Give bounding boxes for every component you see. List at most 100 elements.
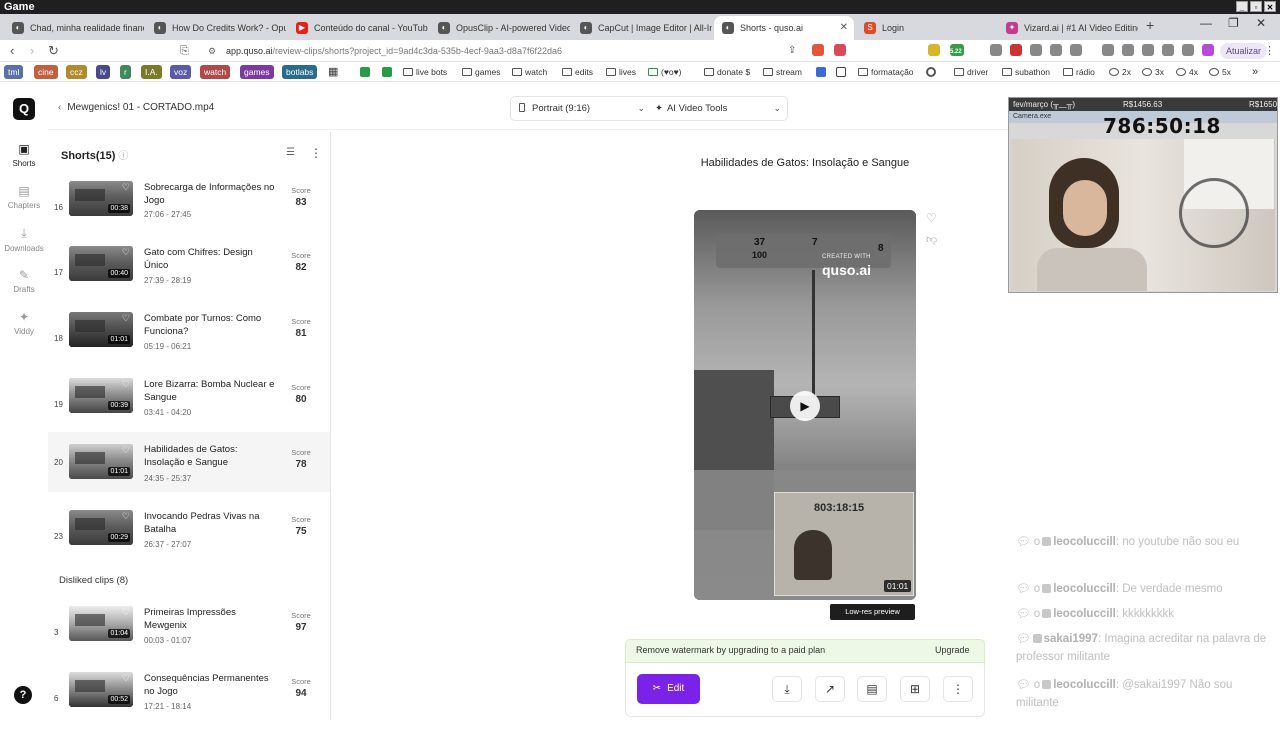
ai-video-tools-select[interactable]: ✦ AI Video Tools ⌄ (655, 97, 781, 120)
apps-grid-icon[interactable]: ▦ (328, 65, 338, 79)
extension-icon[interactable] (1142, 44, 1154, 56)
minimize-icon[interactable]: _ (1236, 1, 1248, 12)
close-icon[interactable]: ✕ (1256, 16, 1266, 30)
clip-thumbnail[interactable]: ♡ 01:01 (69, 444, 133, 479)
brave-shield-icon[interactable] (812, 44, 824, 56)
extension-icon[interactable] (1030, 44, 1042, 56)
bookmark-icon[interactable] (836, 67, 846, 77)
bookmark-lv[interactable]: lv (96, 65, 111, 79)
rewards-icon[interactable] (834, 44, 846, 56)
nav-drafts[interactable]: ✎ Drafts (0, 268, 48, 294)
heart-icon[interactable]: ♡ (122, 379, 130, 390)
disliked-clip-item[interactable]: 6 ♡ 00:52 Consequências Permanentes no Jo… (48, 672, 330, 736)
close-icon[interactable]: ✕ (1264, 1, 1276, 12)
bookmark-2x[interactable]: 2x (1109, 65, 1131, 79)
more-options-icon[interactable]: ⋮ (310, 146, 322, 160)
bookmark-voz[interactable]: voz (170, 65, 192, 79)
url-field[interactable]: ⚙ app.quso.ai/review-clips/shorts?projec… (200, 42, 800, 60)
sidebar-icon[interactable] (1122, 44, 1134, 56)
tab-chad[interactable]: ◐ Chad, minha realidade finance (4, 16, 144, 40)
bookmark-4x[interactable]: 4x (1176, 65, 1198, 79)
bookmark-games-tag[interactable]: games (240, 65, 274, 79)
bookmark-folder-radio[interactable]: rádio (1063, 65, 1095, 79)
clip-thumbnail[interactable]: ♡ 00:38 (69, 181, 133, 216)
record-icon[interactable] (1010, 44, 1022, 56)
clip-item[interactable]: 18 ♡ 01:01 Combate por Turnos: Como Funci… (48, 312, 330, 376)
clip-thumbnail[interactable]: ♡ 01:01 (69, 312, 133, 347)
heart-icon[interactable]: ♡ (122, 313, 130, 324)
bookmark-icon[interactable] (382, 67, 392, 77)
bookmark-botlabs[interactable]: botlabs (282, 65, 318, 79)
tab-login[interactable]: S Login (856, 16, 996, 40)
clip-thumbnail[interactable]: ♡ 00:39 (69, 378, 133, 413)
extension-icon[interactable] (1162, 44, 1174, 56)
clip-thumbnail[interactable]: ♡ 00:52 (69, 672, 133, 707)
clip-thumbnail[interactable]: ♡ 00:29 (69, 510, 133, 545)
bookmark-icon[interactable] (926, 67, 936, 77)
download-button[interactable]: ⤓ (772, 676, 802, 702)
extension-icon[interactable] (1050, 44, 1062, 56)
bookmark-folder-edits[interactable]: edits (562, 65, 593, 79)
extension-icon[interactable] (928, 44, 940, 56)
menu-icon[interactable]: ⋮ (1264, 43, 1275, 59)
subtitles-button[interactable]: ▤ (857, 676, 887, 702)
browser-update-button[interactable]: Atualizar (1220, 43, 1268, 59)
bookmark-folder-donate[interactable]: donate $ (704, 65, 750, 79)
heart-icon[interactable]: ♡ (122, 182, 130, 193)
clip-thumbnail[interactable]: ♡ 01:04 (69, 606, 133, 641)
info-icon[interactable]: ⓘ (118, 151, 128, 162)
bookmark-icon[interactable] (360, 67, 370, 77)
vpn-icon[interactable] (1182, 44, 1194, 56)
bookmark-watch-tag[interactable]: watch (200, 65, 231, 79)
tab-opusclip[interactable]: ◐ OpusClip - AI-powered Video (430, 16, 570, 40)
site-info-icon[interactable]: ⚙ (208, 42, 216, 60)
music-icon[interactable] (1102, 44, 1114, 56)
quso-logo-icon[interactable]: Q (13, 98, 35, 120)
more-bookmarks-icon[interactable]: » (1252, 65, 1258, 79)
extension-icon[interactable] (1070, 44, 1082, 56)
bookmark-subathon[interactable]: subathon (1002, 65, 1050, 79)
bookmark-folder-live-bots[interactable]: live bots (403, 65, 447, 79)
tab-close-icon[interactable]: ✕ (840, 16, 848, 40)
nav-shorts[interactable]: ▣ Shorts (0, 142, 48, 168)
extension-icon[interactable] (990, 44, 1002, 56)
tab-youtube[interactable]: ▶ Conteúdo do canal - YouTube (288, 16, 428, 40)
bookmark-5x[interactable]: 5x (1209, 65, 1231, 79)
bookmark-folder-formatacao[interactable]: formatação (858, 65, 914, 79)
clip-item[interactable]: 23 ♡ 00:29 Invocando Pedras Vivas na Bata… (48, 510, 330, 574)
bookmark-ccz[interactable]: ccz (66, 65, 87, 79)
bookmark-3x[interactable]: 3x (1142, 65, 1164, 79)
share-button[interactable]: ↗ (815, 676, 845, 702)
bookmark-tml[interactable]: tml (4, 65, 24, 79)
profile-icon[interactable] (1202, 44, 1214, 56)
bookmark-cine[interactable]: cine (34, 65, 58, 79)
heart-icon[interactable]: ♡ (122, 511, 130, 522)
clip-item-selected[interactable]: 20 ♡ 01:01 Habilidades de Gatos: Insolaçã… (48, 432, 330, 492)
help-icon[interactable]: ? (14, 686, 32, 704)
clip-item[interactable]: 17 ♡ 00:40 Gato com Chifres: Design Único… (48, 246, 330, 310)
more-actions-button[interactable]: ⋮ (943, 676, 973, 702)
heart-icon[interactable]: ♡ (122, 673, 130, 684)
like-icon[interactable]: ♡ (926, 211, 937, 225)
nav-viddy[interactable]: ✦ Viddy (0, 310, 48, 336)
restore-icon[interactable]: ▫ (1250, 1, 1262, 12)
aspect-ratio-select[interactable]: Portrait (9:16) ⌄ (519, 97, 645, 120)
nav-chapters[interactable]: ▤ Chapters (0, 184, 48, 210)
bookmark-icon[interactable] (816, 67, 826, 77)
bookmark-folder-lives[interactable]: lives (606, 65, 636, 79)
back-to-project-link[interactable]: ‹ Mewgenics! 01 - CORTADO.mp4 (58, 102, 214, 113)
tab-quso-shorts[interactable]: ◐ Shorts - quso.ai ✕ (714, 16, 854, 40)
reload-icon[interactable]: ↻ (48, 43, 59, 59)
bookmark-ia[interactable]: I.A. (141, 65, 162, 79)
bookmark-driver[interactable]: driver (954, 65, 988, 79)
dislike-icon[interactable]: 👎︎ (926, 233, 937, 246)
bookmark-love[interactable]: (♥o♥) (648, 65, 681, 79)
heart-icon[interactable]: ♡ (122, 445, 130, 456)
disliked-clip-item[interactable]: 3 ♡ 01:04 Primeiras Impressões Mewgenix 0… (48, 606, 330, 670)
filter-icon[interactable]: ☰ (286, 147, 295, 158)
new-tab-icon[interactable]: + (1146, 17, 1154, 33)
share-icon[interactable]: ⇪ (788, 43, 796, 59)
minimize-icon[interactable]: — (1200, 16, 1212, 30)
upgrade-link[interactable]: Upgrade (935, 645, 970, 655)
bookmark-r[interactable]: r (120, 65, 131, 79)
